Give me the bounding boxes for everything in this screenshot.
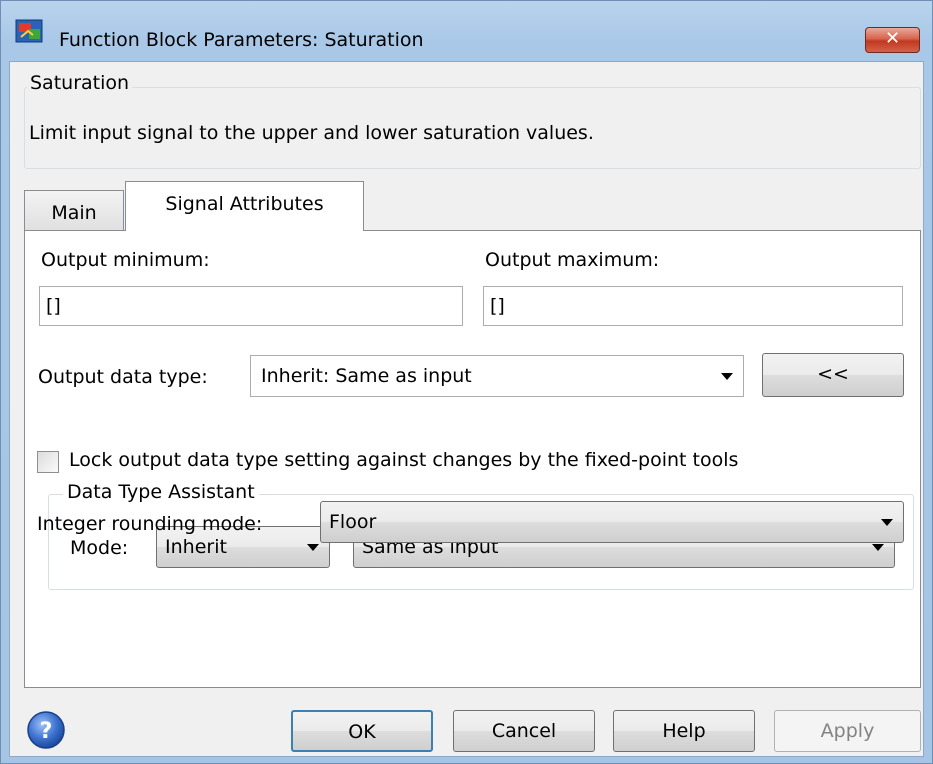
output-data-type-value: Inherit: Same as input: [261, 365, 472, 387]
description-text: Limit input signal to the upper and lowe…: [29, 122, 594, 144]
lock-data-type-label[interactable]: Lock output data type setting against ch…: [69, 449, 738, 471]
close-button[interactable]: ✕: [865, 27, 920, 53]
signal-attributes-panel: Output minimum: [] Output maximum: [] Ou…: [24, 230, 921, 688]
output-minimum-label: Output minimum:: [41, 249, 210, 271]
lock-data-type-checkbox[interactable]: [37, 451, 59, 473]
data-type-assistant-toggle-button[interactable]: <<: [762, 353, 904, 397]
mode-label: Mode:: [70, 537, 129, 559]
tab-main[interactable]: Main: [24, 190, 124, 230]
mode-value: Inherit: [165, 536, 227, 558]
question-icon[interactable]: ?: [26, 710, 66, 750]
chevron-down-icon: [872, 544, 884, 551]
output-data-type-label: Output data type:: [38, 366, 208, 388]
tab-signal-attributes-label: Signal Attributes: [165, 193, 324, 215]
integer-rounding-select[interactable]: Floor: [320, 501, 904, 543]
ok-button[interactable]: OK: [291, 710, 433, 752]
integer-rounding-value: Floor: [329, 511, 377, 533]
svg-text:?: ?: [40, 719, 53, 744]
ok-button-label: OK: [348, 721, 376, 743]
tab-signal-attributes[interactable]: Signal Attributes: [125, 181, 364, 231]
dialog-client-area: Saturation Limit input signal to the upp…: [9, 61, 924, 757]
output-minimum-input[interactable]: []: [39, 286, 463, 326]
tab-main-label: Main: [51, 202, 97, 224]
title-bar[interactable]: Function Block Parameters: Saturation ✕: [1, 1, 932, 63]
apply-button-label: Apply: [820, 720, 875, 742]
output-maximum-input[interactable]: []: [483, 286, 903, 326]
dialog-window: Function Block Parameters: Saturation ✕ …: [0, 0, 933, 764]
data-type-assistant-title: Data Type Assistant: [63, 481, 259, 503]
chevron-down-icon: [881, 519, 893, 526]
help-button-label: Help: [662, 720, 706, 742]
assistant-toggle-label: <<: [817, 363, 849, 385]
description-group-title: Saturation: [27, 72, 133, 94]
window-title: Function Block Parameters: Saturation: [59, 29, 424, 51]
chevron-down-icon: [307, 544, 319, 551]
chevron-down-icon: [721, 373, 733, 380]
integer-rounding-label: Integer rounding mode:: [37, 513, 263, 535]
cancel-button-label: Cancel: [491, 720, 557, 742]
apply-button[interactable]: Apply: [774, 710, 921, 752]
cancel-button[interactable]: Cancel: [453, 710, 595, 752]
help-button[interactable]: Help: [613, 710, 755, 752]
close-icon: ✕: [884, 28, 901, 49]
output-maximum-label: Output maximum:: [485, 249, 660, 271]
output-data-type-select[interactable]: Inherit: Same as input: [250, 355, 744, 397]
simulink-block-icon: [15, 19, 43, 43]
